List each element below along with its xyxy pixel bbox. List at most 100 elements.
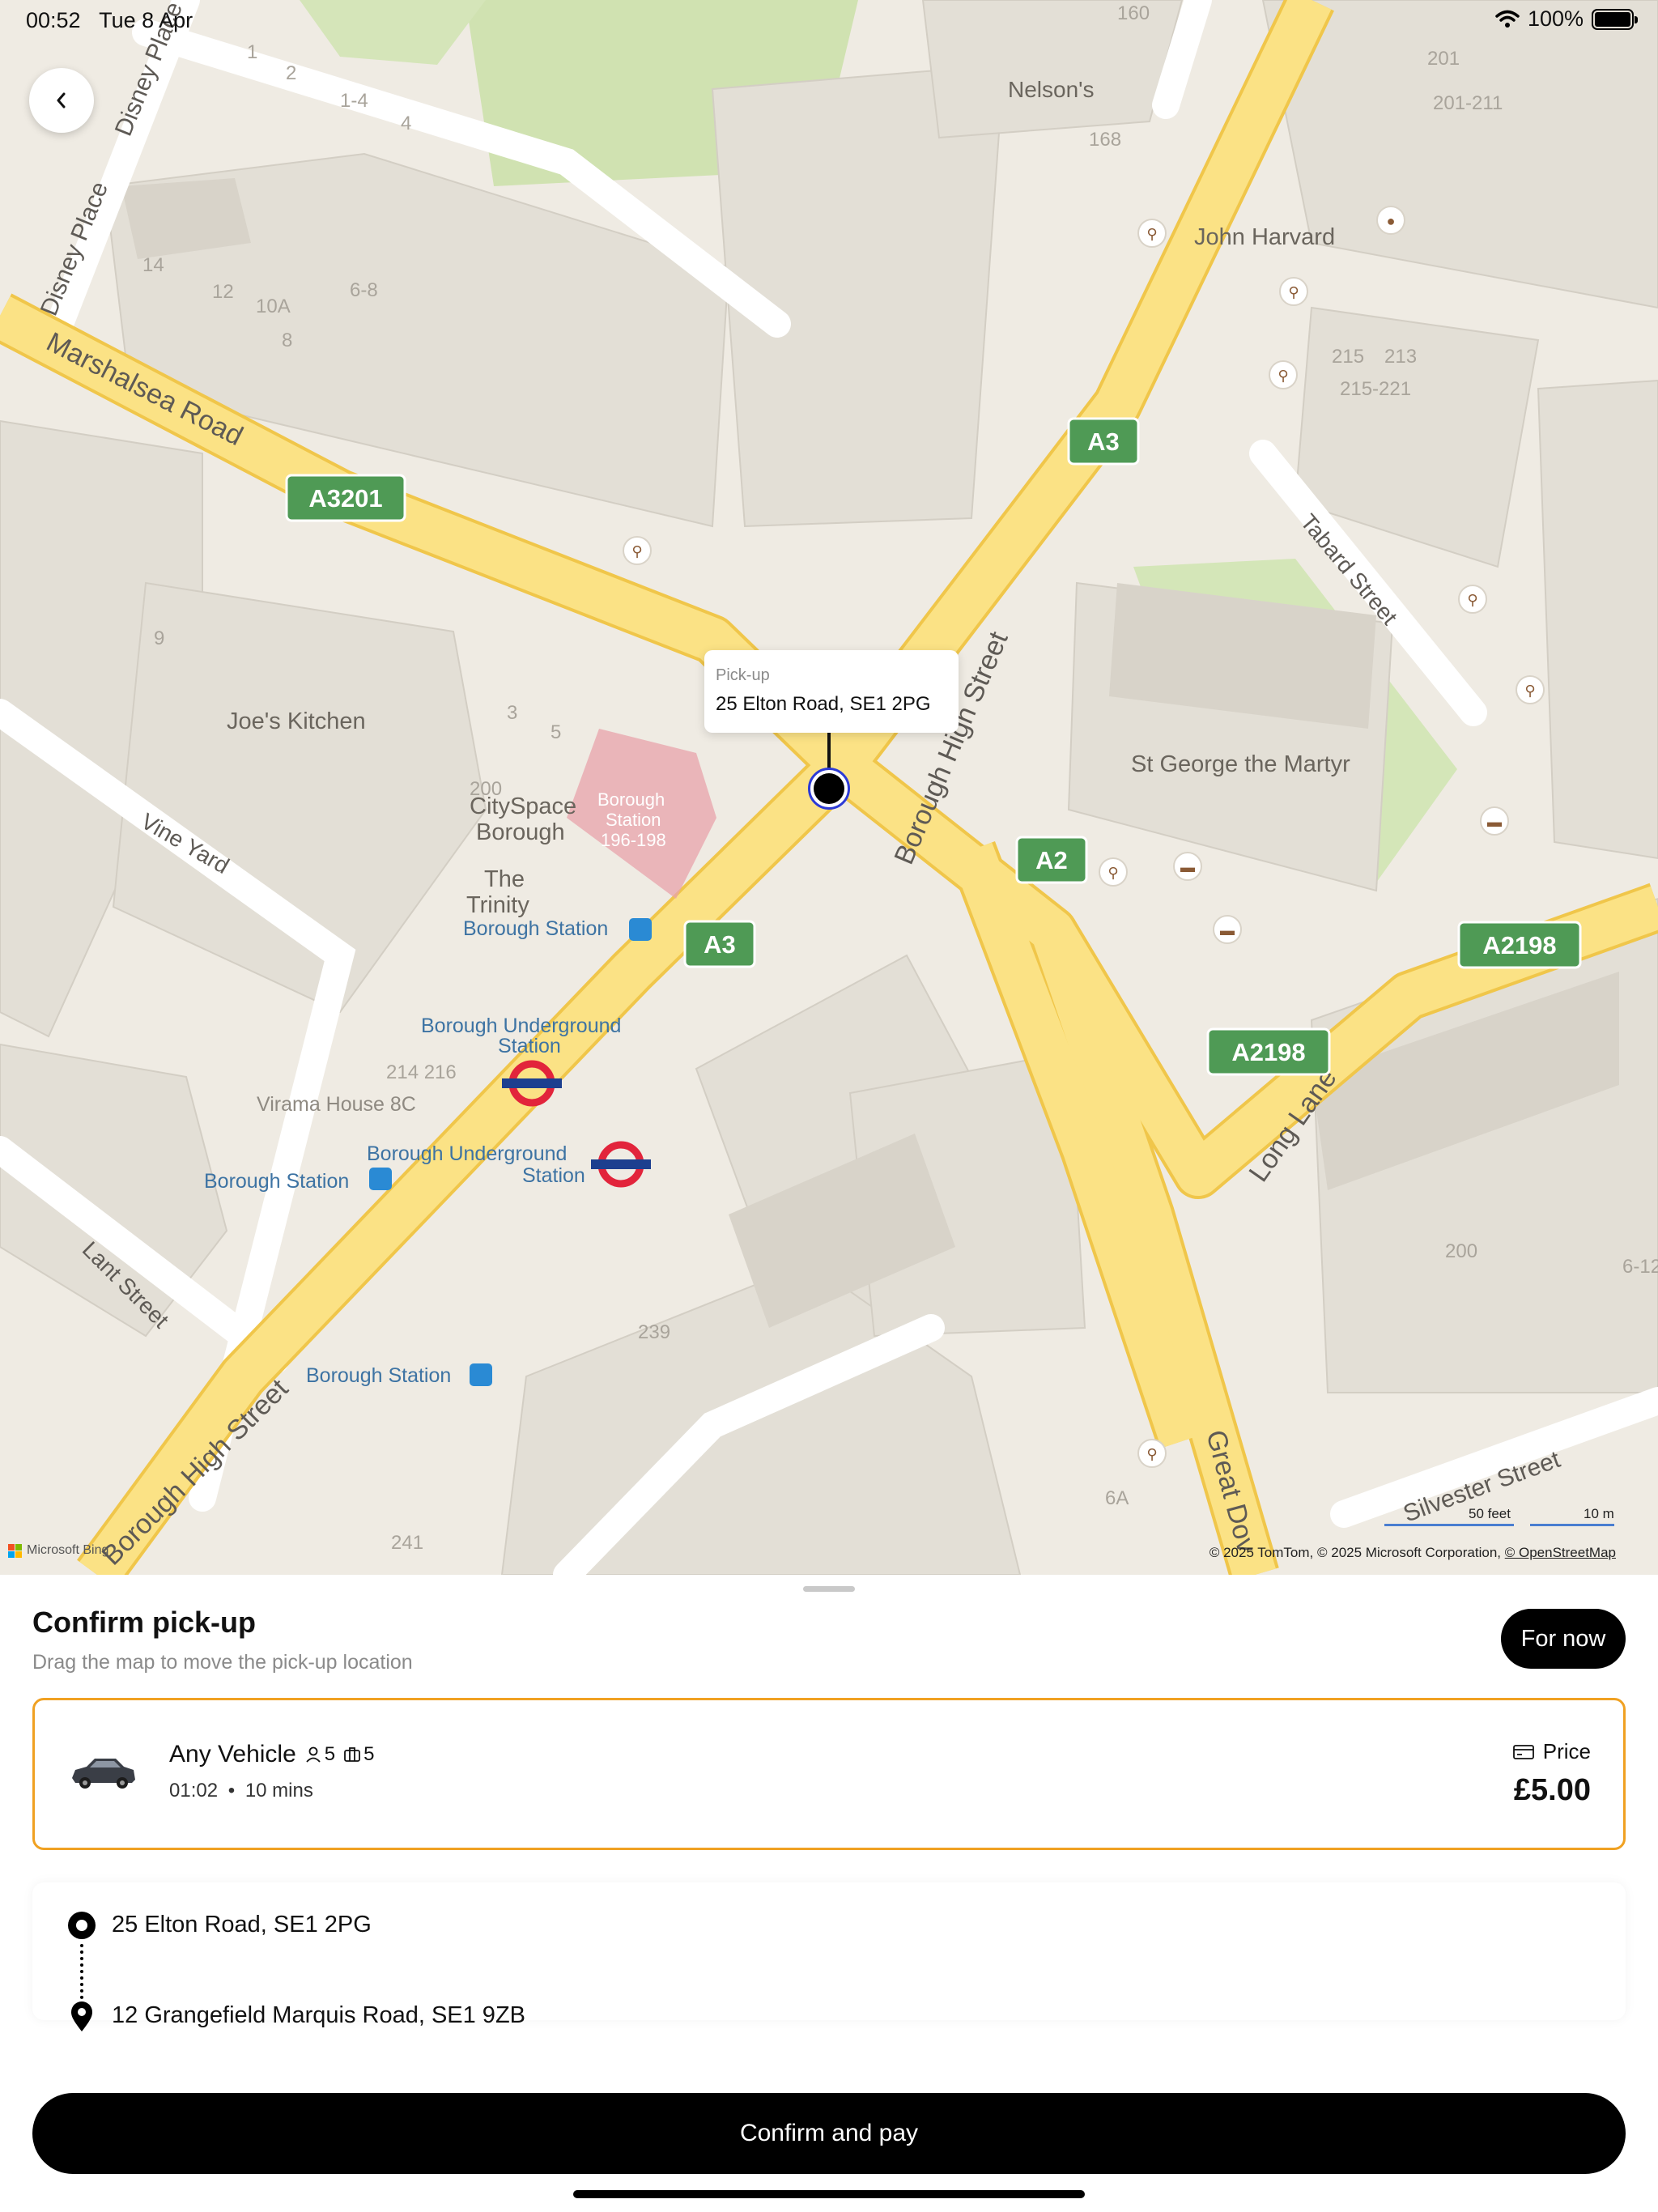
passenger-count: 5 <box>324 1743 336 1765</box>
passenger-capacity: 5 <box>304 1743 335 1766</box>
label-john-harvard: John Harvard <box>1194 224 1335 250</box>
map-attribution: © 2025 TomTom, © 2025 Microsoft Corporat… <box>1209 1545 1616 1561</box>
house-number: 168 <box>1089 129 1121 151</box>
svg-text:A3201: A3201 <box>308 484 382 513</box>
back-button[interactable] <box>29 68 94 133</box>
scale-feet: 50 feet <box>1469 1506 1511 1521</box>
house-number: 8 <box>282 330 292 351</box>
price-label: Price <box>1542 1739 1591 1763</box>
bus-stop-icon <box>369 1168 392 1190</box>
label-st-george: St George the Martyr <box>1131 751 1350 777</box>
house-number: 215 <box>1332 346 1364 368</box>
svg-text:A2198: A2198 <box>1231 1038 1305 1066</box>
clock: 00:52 <box>26 8 81 32</box>
house-number: 201 <box>1427 48 1460 70</box>
status-bar: 00:52 Tue 8 Apr 100% <box>0 0 1658 40</box>
taxi-car-icon <box>72 1759 135 1789</box>
origin-marker-icon <box>68 1912 96 1939</box>
price-value: £5.00 <box>1513 1773 1591 1807</box>
microsoft-logo-icon <box>8 1543 22 1558</box>
wifi-icon <box>1495 10 1520 28</box>
route-summary: 25 Elton Road, SE1 2PG 12 Grangefield Ma… <box>32 1882 1626 2031</box>
map-view[interactable]: Marshalsea Road Disney Place Disney Plac… <box>0 0 1658 1575</box>
attribution-text: © 2025 TomTom, © 2025 Microsoft Corporat… <box>1209 1545 1505 1560</box>
sheet-handle[interactable] <box>803 1586 855 1592</box>
label-borough-underground-1b: Station <box>498 1035 561 1057</box>
status-indicators: 100% <box>1495 6 1638 32</box>
house-number: 241 <box>391 1532 423 1554</box>
house-number: 214 216 <box>386 1061 457 1083</box>
svg-text:▬: ▬ <box>1487 814 1502 830</box>
house-number: 5 <box>551 721 561 743</box>
vehicle-time: 01:02 <box>169 1780 219 1802</box>
house-number: 1-4 <box>340 90 368 112</box>
bus-stop-icon <box>629 918 652 941</box>
label-borough-station-pink-2: Station <box>606 810 661 830</box>
scale-meters: 10 m <box>1584 1506 1614 1521</box>
pickup-pin-icon[interactable] <box>808 768 850 810</box>
eta-separator: • <box>227 1780 236 1802</box>
svg-text:A2198: A2198 <box>1482 931 1556 959</box>
house-number: 2 <box>286 62 296 84</box>
date: Tue 8 Apr <box>99 8 193 32</box>
svg-text:⚲: ⚲ <box>1467 592 1477 608</box>
label-borough-underground-2b: Station <box>522 1164 585 1187</box>
house-number: 12 <box>212 281 234 303</box>
person-icon <box>306 1746 321 1763</box>
svg-text:A3: A3 <box>704 930 736 959</box>
house-number: 215-221 <box>1340 378 1411 400</box>
sheet-title: Confirm pick-up <box>32 1606 256 1639</box>
label-borough-underground-2a: Borough Underground <box>367 1142 567 1165</box>
svg-text:⚲: ⚲ <box>1107 865 1118 881</box>
label-borough-station-b: Borough Station <box>204 1170 349 1193</box>
battery-level <box>1595 11 1630 27</box>
label-virama-house: Virama House 8C <box>257 1093 416 1116</box>
bing-logo: Microsoft Bing <box>8 1543 108 1558</box>
route-destination-address[interactable]: 12 Grangefield Marquis Road, SE1 9ZB <box>112 2002 525 2029</box>
vehicle-option-card[interactable]: Any Vehicle 5 5 01:02 • 10 mins Price £5… <box>32 1698 1626 1850</box>
confirm-and-pay-button[interactable]: Confirm and pay <box>32 2093 1626 2174</box>
vehicle-name: Any Vehicle <box>169 1741 296 1767</box>
shield-a2198-right: A2198 <box>1457 921 1582 969</box>
house-number: 200 <box>470 778 502 800</box>
label-trinity-1: The <box>484 866 525 892</box>
chevron-left-icon <box>57 92 66 108</box>
house-number: 1 <box>247 41 257 63</box>
svg-text:⚲: ⚲ <box>1146 226 1157 242</box>
pickup-address: 25 Elton Road, SE1 2PG <box>716 693 931 715</box>
label-cityspace-2: Borough <box>476 819 565 845</box>
label-trinity-2: Trinity <box>466 892 529 918</box>
svg-text:⚲: ⚲ <box>631 543 642 559</box>
label-borough-underground-1a: Borough Underground <box>421 1015 621 1037</box>
house-number: 213 <box>1384 346 1417 368</box>
shield-a3-mid: A3 <box>683 920 756 968</box>
shield-a2: A2 <box>1015 836 1088 884</box>
house-number: 201-211 <box>1433 92 1503 114</box>
price-label-row: Price <box>1512 1739 1591 1764</box>
label-borough-station-pink-3: 196-198 <box>601 830 666 850</box>
house-number: 10A <box>256 296 291 317</box>
svg-text:●: ● <box>1387 213 1396 229</box>
house-number: 9 <box>154 627 164 649</box>
bus-stop-icon <box>470 1363 492 1386</box>
label-joes-kitchen: Joe's Kitchen <box>227 708 366 734</box>
house-number: 6-8 <box>350 279 378 301</box>
underground-icon[interactable] <box>591 1141 651 1188</box>
svg-text:⚲: ⚲ <box>1146 1446 1157 1462</box>
battery-percent: 100% <box>1527 6 1584 31</box>
osm-link[interactable]: © OpenStreetMap <box>1505 1545 1616 1560</box>
house-number: 6A <box>1105 1487 1129 1509</box>
card-icon <box>1512 1744 1534 1759</box>
for-now-button[interactable]: For now <box>1501 1609 1626 1669</box>
svg-text:A2: A2 <box>1035 846 1068 874</box>
pickup-caption: Pick-up <box>716 666 770 684</box>
home-indicator[interactable] <box>573 2190 1085 2198</box>
house-number: 200 <box>1445 1240 1477 1262</box>
label-borough-station-pink-1: Borough <box>597 789 665 810</box>
luggage-icon <box>344 1747 361 1762</box>
route-origin-address[interactable]: 25 Elton Road, SE1 2PG <box>112 1912 372 1938</box>
status-time: 00:52 Tue 8 Apr <box>26 8 193 33</box>
svg-text:⚲: ⚲ <box>1288 284 1299 300</box>
house-number: 239 <box>638 1321 670 1343</box>
pickup-callout: Pick-up 25 Elton Road, SE1 2PG <box>704 650 959 733</box>
